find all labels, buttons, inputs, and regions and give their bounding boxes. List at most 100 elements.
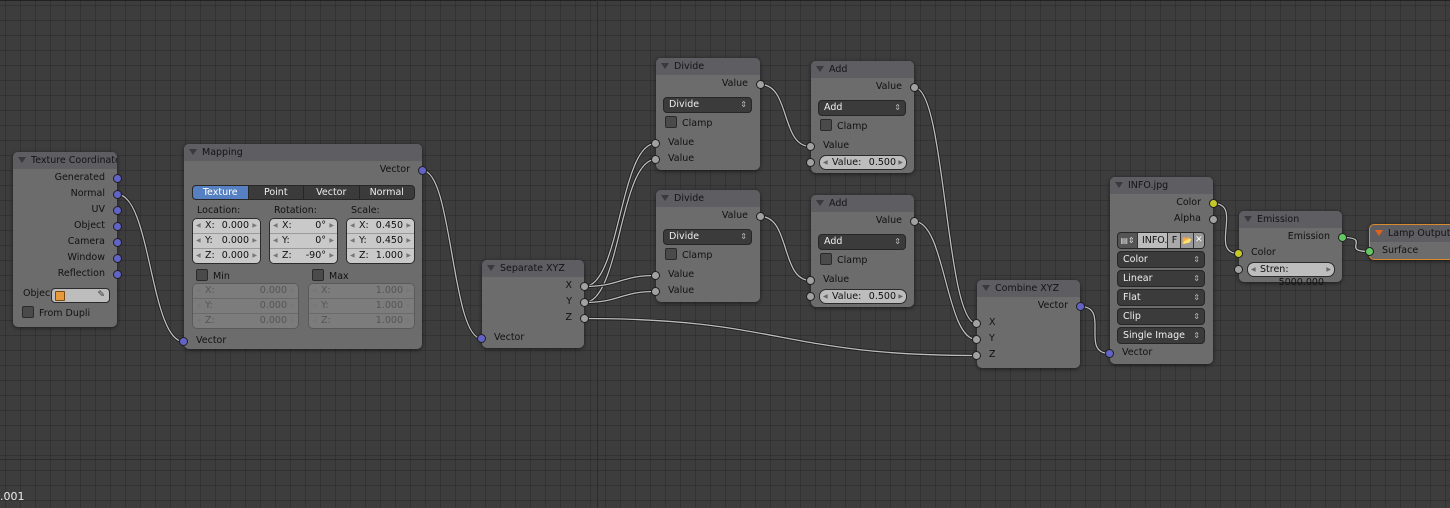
vector-socket[interactable]: [179, 337, 188, 346]
increment-arrow-icon[interactable]: ▶: [252, 249, 257, 263]
node-combine[interactable]: Combine XYZ Vector X Y Z: [972, 280, 1085, 368]
max-checkbox[interactable]: [312, 269, 324, 281]
node-header[interactable]: Mapping: [184, 144, 422, 161]
min-checkbox[interactable]: [196, 269, 208, 281]
node-link[interactable]: [760, 83, 811, 148]
vector-socket[interactable]: [1076, 302, 1085, 311]
float-socket[interactable]: [910, 83, 919, 92]
decrement-arrow-icon[interactable]: ◀: [350, 234, 355, 248]
unlink-close-icon[interactable]: ✕: [1192, 233, 1204, 248]
linear-dropdown[interactable]: Linear ⇕: [1117, 270, 1205, 287]
node-link[interactable]: [422, 169, 482, 340]
open-folder-icon[interactable]: 📂: [1180, 233, 1193, 248]
float-socket[interactable]: [972, 335, 981, 344]
vector-socket[interactable]: [113, 238, 122, 247]
collapse-triangle-icon[interactable]: [982, 285, 990, 291]
node-link[interactable]: [760, 215, 811, 282]
node-lamp[interactable]: Lamp Output Surface: [1365, 224, 1450, 260]
clamp-checkbox[interactable]: [820, 253, 832, 265]
decrement-arrow-icon[interactable]: ◀: [196, 249, 201, 263]
node-header[interactable]: Combine XYZ: [977, 280, 1080, 297]
node-texcoord[interactable]: Texture Coordinate Generated Normal UV Objec…: [13, 152, 122, 327]
float-socket[interactable]: [1234, 265, 1243, 274]
decrement-arrow-icon[interactable]: ◀: [312, 299, 317, 313]
clamp-checkbox-row[interactable]: Clamp: [811, 119, 914, 135]
scale-x-field[interactable]: ◀ X: 0.450 ▶: [347, 219, 414, 233]
float-socket[interactable]: [806, 276, 815, 285]
stren-field[interactable]: ◀ Stren: 5000.000 ▶: [1247, 262, 1335, 288]
decrement-arrow-icon[interactable]: ◀: [196, 219, 201, 233]
float-socket[interactable]: [651, 139, 660, 148]
float-socket[interactable]: [972, 351, 981, 360]
float-socket[interactable]: [806, 158, 815, 167]
decrement-arrow-icon[interactable]: ◀: [196, 299, 201, 313]
collapse-triangle-icon[interactable]: [816, 200, 824, 206]
collapse-triangle-icon[interactable]: [661, 195, 669, 201]
tab-normal[interactable]: Normal: [358, 185, 415, 200]
increment-arrow-icon[interactable]: ▶: [329, 249, 334, 263]
value-field[interactable]: ◀ Value: 0.500 ▶: [819, 289, 907, 304]
scale-y-field[interactable]: ◀ Y: 0.450 ▶: [347, 233, 414, 248]
rotation-z-field[interactable]: ◀ Z: -90° ▶: [270, 248, 337, 263]
node-link[interactable]: [914, 86, 977, 325]
float-socket[interactable]: [580, 298, 589, 307]
color-socket[interactable]: [1234, 249, 1243, 258]
node-link[interactable]: [584, 158, 656, 304]
color-dropdown[interactable]: Color ⇕: [1117, 251, 1205, 268]
group-label[interactable]: Min: [192, 269, 299, 283]
node-header[interactable]: Texture Coordinate: [13, 152, 117, 169]
decrement-arrow-icon[interactable]: ◀: [350, 219, 355, 233]
from-dupli-checkbox[interactable]: [22, 306, 34, 318]
decrement-arrow-icon[interactable]: ◀: [823, 156, 828, 169]
increment-arrow-icon[interactable]: ▶: [329, 219, 334, 233]
add-dropdown[interactable]: Add ⇕: [818, 100, 906, 116]
node-header[interactable]: Separate XYZ: [482, 260, 584, 277]
clamp-checkbox[interactable]: [665, 116, 677, 128]
eyedropper-icon[interactable]: ✎: [97, 289, 105, 302]
vector-socket[interactable]: [1105, 349, 1114, 358]
increment-arrow-icon[interactable]: ▶: [898, 290, 903, 303]
vector-socket[interactable]: [113, 222, 122, 231]
vector-socket[interactable]: [113, 270, 122, 279]
float-socket[interactable]: [651, 155, 660, 164]
node-mapping[interactable]: Mapping Vector Texture Point Vector Normal Loc…: [179, 144, 427, 349]
location-y-field[interactable]: ◀ Y: 0.000 ▶: [193, 233, 260, 248]
node-header[interactable]: Lamp Output: [1370, 225, 1450, 242]
node-link[interactable]: [584, 274, 656, 288]
location-z-field[interactable]: ◀ Z: 0.000 ▶: [193, 248, 260, 263]
divide-dropdown[interactable]: Divide ⇕: [663, 229, 752, 245]
collapse-triangle-icon[interactable]: [18, 157, 26, 163]
increment-arrow-icon[interactable]: ▶: [290, 299, 295, 313]
increment-arrow-icon[interactable]: ▶: [252, 234, 257, 248]
tab-point[interactable]: Point: [247, 185, 304, 200]
increment-arrow-icon[interactable]: ▶: [406, 314, 411, 328]
group-label[interactable]: Max: [308, 269, 415, 283]
node-header[interactable]: Divide: [656, 190, 760, 207]
location-x-field[interactable]: ◀ X: 0.000 ▶: [193, 219, 260, 233]
decrement-arrow-icon[interactable]: ◀: [196, 314, 201, 328]
node-image[interactable]: INFO.jpg Color Alpha ▤⇕ INFO. F 📂 ✕ Color ⇕ Linear…: [1105, 177, 1218, 364]
node-header[interactable]: Add: [811, 61, 914, 78]
collapse-triangle-icon[interactable]: [1115, 182, 1123, 188]
decrement-arrow-icon[interactable]: ◀: [273, 219, 278, 233]
fake-user-button[interactable]: F: [1167, 233, 1181, 248]
collapse-triangle-icon[interactable]: [487, 265, 495, 271]
collapse-triangle-icon[interactable]: [1375, 230, 1383, 236]
node-divide2[interactable]: Divide Value Divide ⇕ Clamp Value Value: [651, 190, 765, 302]
decrement-arrow-icon[interactable]: ◀: [1251, 263, 1256, 276]
vector-socket[interactable]: [113, 206, 122, 215]
decrement-arrow-icon[interactable]: ◀: [823, 290, 828, 303]
shader-socket[interactable]: [1365, 247, 1374, 256]
collapse-triangle-icon[interactable]: [1244, 216, 1252, 222]
color-socket[interactable]: [1209, 199, 1218, 208]
node-add1[interactable]: Add Value Add ⇕ Clamp Value ◀ Value: 0.500 ▶: [806, 61, 919, 173]
image-browse-icon[interactable]: ▤⇕: [1118, 233, 1137, 248]
float-socket[interactable]: [651, 287, 660, 296]
from-dupli-checkbox-row[interactable]: From Dupli: [13, 306, 117, 322]
collapse-triangle-icon[interactable]: [189, 149, 197, 155]
increment-arrow-icon[interactable]: ▶: [406, 299, 411, 313]
float-socket[interactable]: [806, 142, 815, 151]
node-sepxyz[interactable]: Separate XYZ X Y Z Vector: [477, 260, 589, 348]
decrement-arrow-icon[interactable]: ◀: [312, 314, 317, 328]
decrement-arrow-icon[interactable]: ◀: [273, 234, 278, 248]
